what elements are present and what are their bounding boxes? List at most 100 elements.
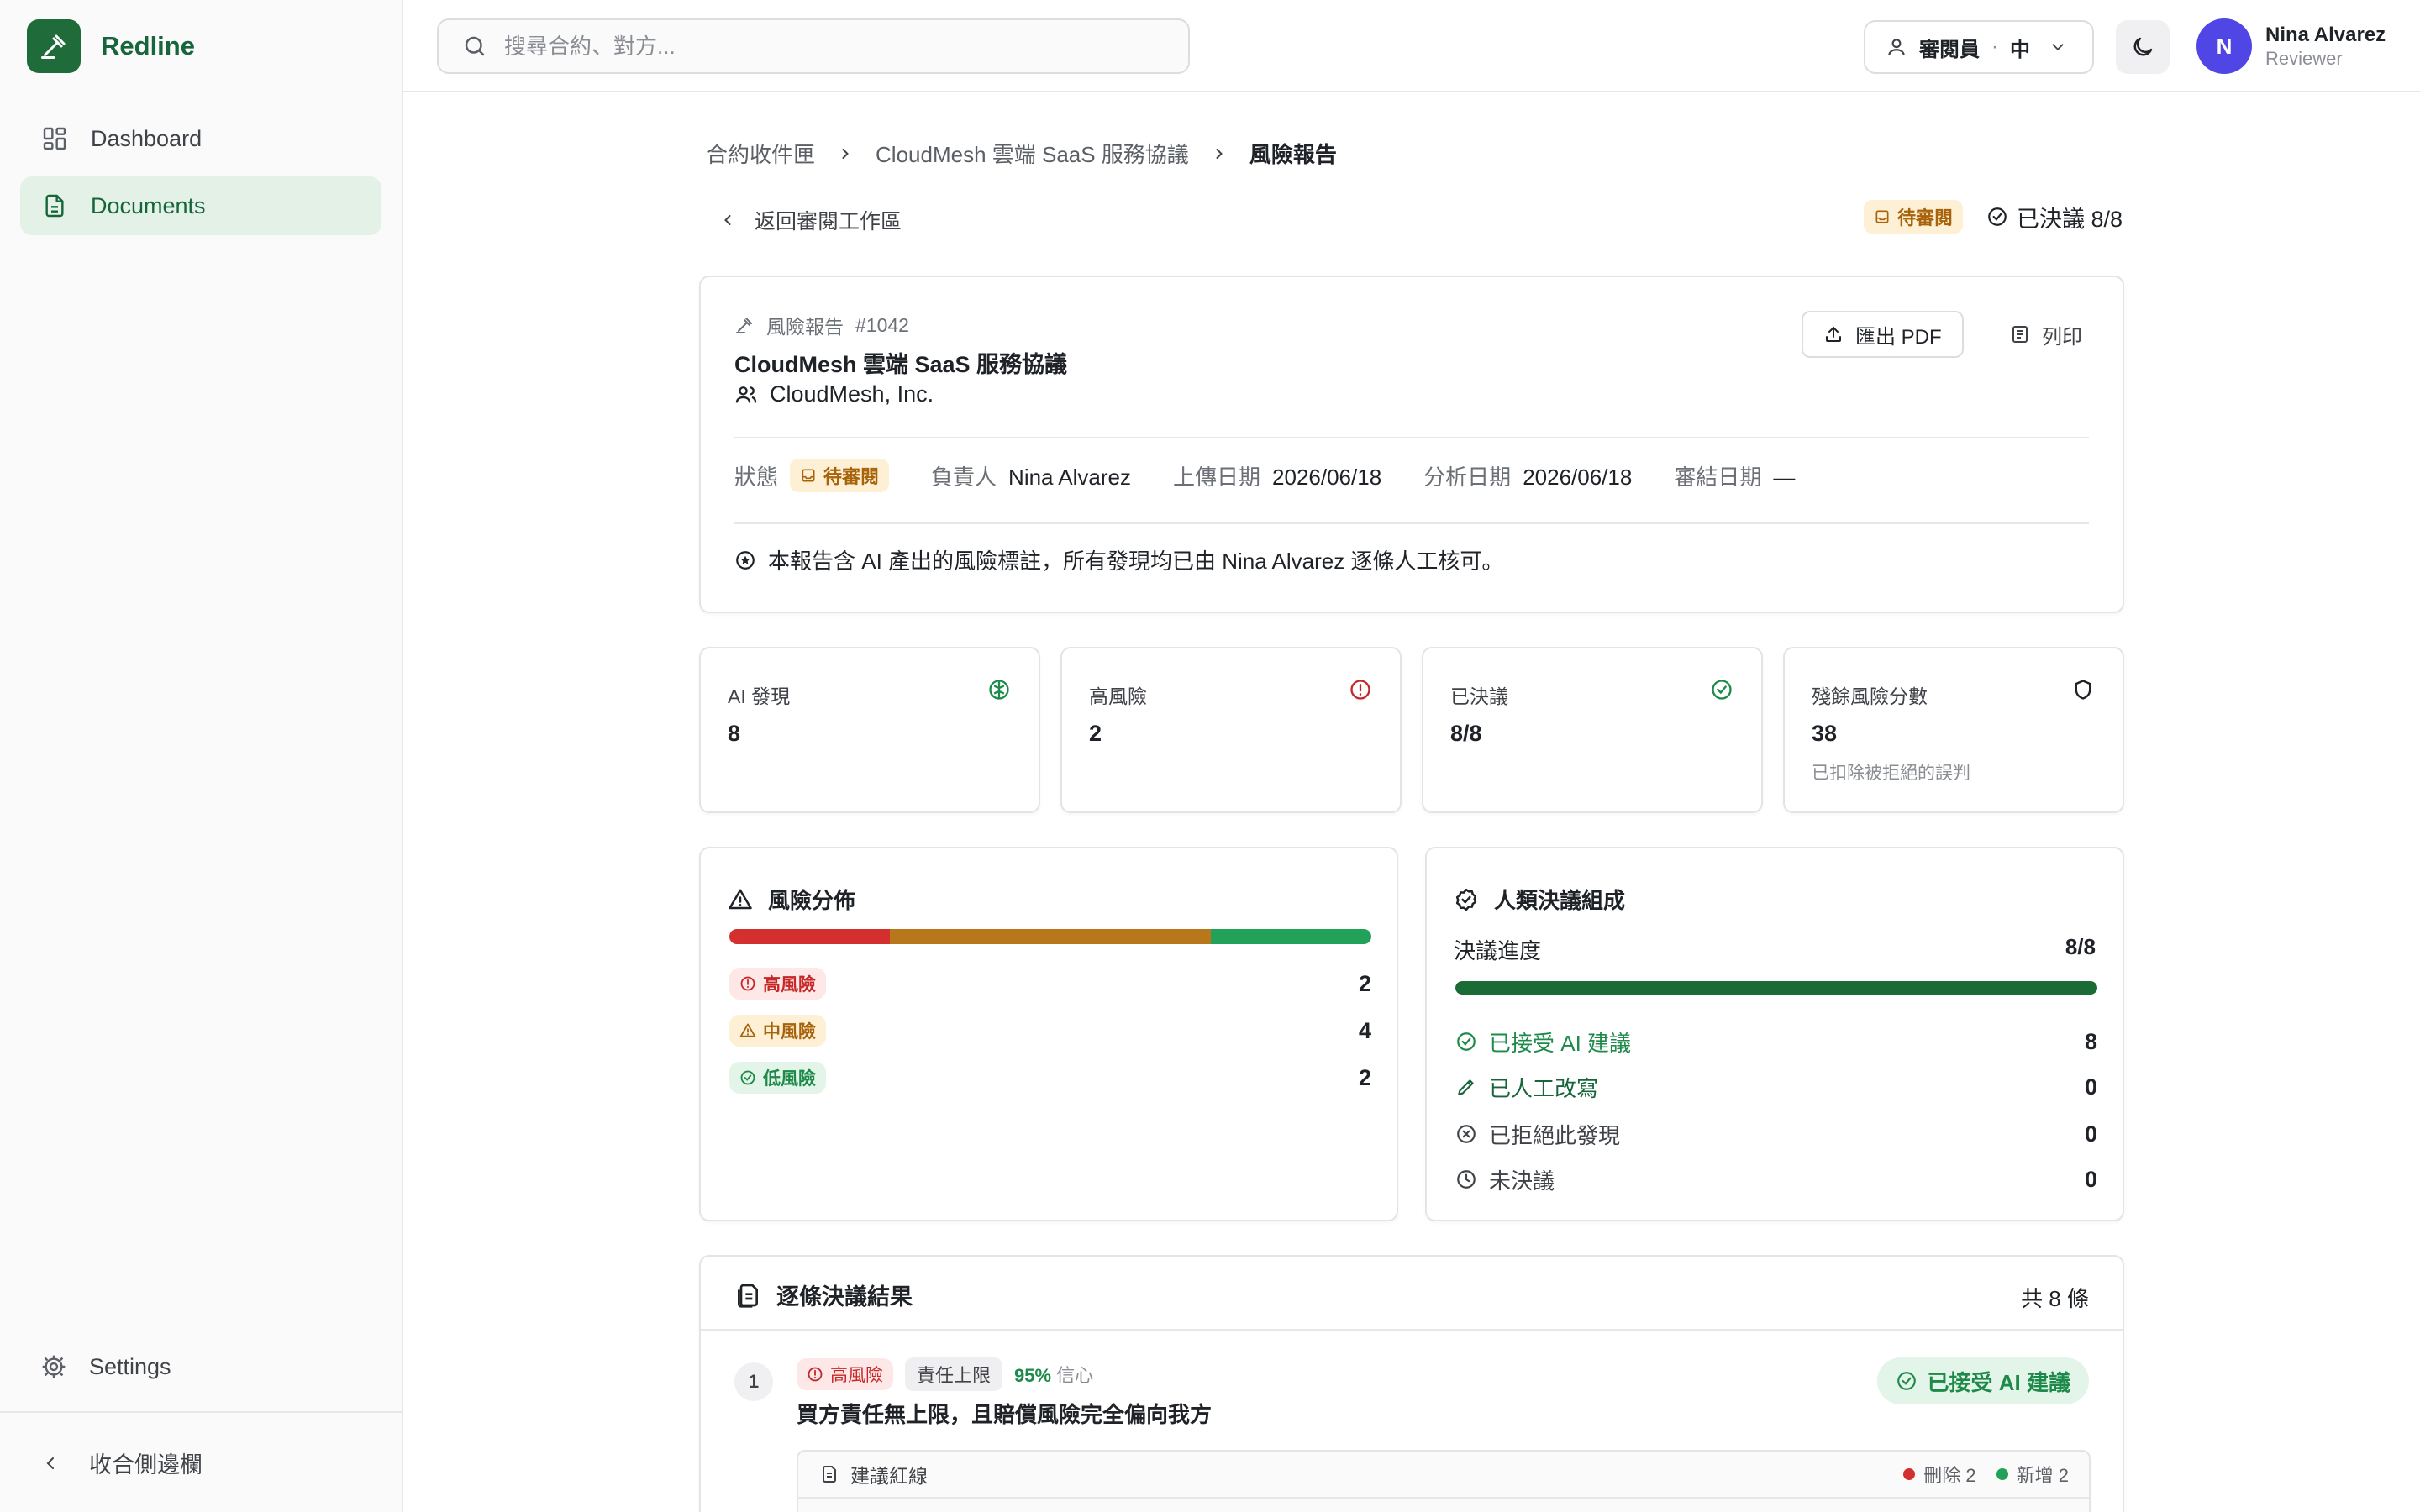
results-total: 共 8 條: [2021, 1286, 2089, 1311]
sidebar-nav: Dashboard Documents: [20, 109, 381, 244]
analysis-date-value: 2026/06/18: [1523, 464, 1633, 490]
results-title-text: 逐條決議結果: [776, 1284, 913, 1310]
item-number: 1: [734, 1362, 773, 1401]
decision-label: 未決議: [1489, 1168, 1555, 1194]
report-meta: 風險報告 #1042: [734, 311, 909, 339]
added-dot: [1996, 1468, 2008, 1480]
chevron-left-icon: [719, 212, 736, 228]
resolved-label: 已決議 8/8: [2017, 206, 2123, 232]
risk-distribution-card: 風險分佈 高風險 2 中風險 4 低風險 2: [699, 847, 1398, 1221]
decision-progress-fill: [1455, 981, 2097, 995]
suggested-redline-box: 建議紅線 刪除 2 新增 2: [797, 1450, 2091, 1512]
inbox-icon: [1874, 208, 1891, 225]
role-separator: ·: [1991, 35, 1998, 58]
decisions-title-text: 人類決議組成: [1494, 888, 1626, 913]
alert-circle-icon: [807, 1366, 823, 1383]
sidebar-item-dashboard[interactable]: Dashboard: [20, 109, 381, 168]
progress-value: 8/8: [2065, 934, 2096, 959]
collapse-sidebar-button[interactable]: 收合側邊欄: [40, 1446, 203, 1479]
sidebar-footer: 收合側邊欄: [0, 1411, 402, 1512]
ai-note-text: 本報告含 AI 產出的風險標註，所有發現均已由 Nina Alvarez 逐條人…: [768, 549, 1504, 574]
divider: [734, 437, 2089, 438]
upload-date-value: 2026/06/18: [1272, 464, 1382, 490]
check-circle-icon: [1896, 1370, 1918, 1392]
export-pdf-button[interactable]: 匯出 PDF: [1802, 311, 1964, 358]
user-name: Nina Alvarez: [2265, 24, 2386, 46]
back-to-workspace-link[interactable]: 返回審閱工作區: [719, 205, 902, 235]
status-badge: 待審閱: [790, 459, 890, 492]
added-label: 新增 2: [2016, 1465, 2069, 1486]
chevron-right-icon: [837, 145, 854, 162]
pencil-icon: [1455, 1076, 1477, 1098]
risk-title-text: 風險分佈: [768, 888, 856, 913]
breadcrumb-inbox[interactable]: 合約收件匣: [706, 138, 815, 169]
results-title: 逐條決議結果: [734, 1278, 913, 1311]
document-icon: [40, 192, 69, 220]
alert-circle-icon: [739, 975, 756, 992]
brand[interactable]: Redline: [27, 19, 195, 73]
print-button[interactable]: 列印: [1995, 311, 2097, 358]
stat-card-residual-risk: 殘餘風險分數 38 已扣除被拒絕的誤判: [1783, 647, 2124, 813]
pending-label: 待審閱: [1897, 207, 1954, 228]
stat-sub: 已扣除被拒絕的誤判: [1812, 764, 1970, 783]
human-decisions-card: 人類決議組成 決議進度 8/8 已接受 AI 建議 8 已人工改寫 0 已拒絕此…: [1425, 847, 2124, 1221]
deleted-dot: [1903, 1468, 1916, 1480]
decision-status-label: 已接受 AI 建議: [1927, 1369, 2070, 1395]
sidebar-item-settings[interactable]: Settings: [20, 1337, 381, 1396]
back-label: 返回審閱工作區: [755, 210, 902, 234]
risk-row-low: 低風險 2: [729, 1060, 1371, 1095]
badge-check-icon: [1454, 887, 1479, 912]
stat-card-resolved: 已決議 8/8: [1422, 647, 1763, 813]
role-language-select[interactable]: 審閱員 · 中: [1864, 20, 2094, 74]
sidebar: Redline Dashboard Documents Settings 收合側…: [0, 0, 403, 1512]
decision-row-rejected: 已拒絕此發現 0: [1455, 1117, 2097, 1151]
chevron-down-icon: [2049, 38, 2067, 56]
ai-note: 本報告含 AI 產出的風險標註，所有發現均已由 Nina Alvarez 逐條人…: [734, 544, 1503, 575]
status-value: 待審閱: [823, 466, 880, 487]
risk-count: 2: [1358, 1064, 1371, 1090]
report-meta-row: 狀態 待審閱 負責人 Nina Alvarez 上傳日期 2026/06/18 分析…: [734, 459, 1795, 492]
redline-title: 建議紅線: [818, 1460, 928, 1488]
avatar: N: [2196, 18, 2252, 74]
risk-label: 低風險: [763, 1069, 816, 1089]
star-badge-icon: [734, 549, 756, 571]
upload-date-label: 上傳日期: [1173, 464, 1261, 490]
report-party: CloudMesh, Inc.: [734, 381, 934, 407]
breadcrumb-contract[interactable]: CloudMesh 雲端 SaaS 服務協議: [876, 138, 1189, 169]
risk-label: 中風險: [763, 1022, 816, 1042]
search-input[interactable]: [504, 33, 1160, 60]
check-circle-icon: [739, 1069, 756, 1086]
added-stat: 新增 2: [1996, 1461, 2069, 1488]
moon-icon: [2130, 34, 2155, 60]
decision-row-pending: 未決議 0: [1455, 1163, 2097, 1196]
sidebar-item-label: Dashboard: [91, 125, 203, 151]
status-label: 狀態: [734, 464, 779, 490]
stat-value: 2: [1089, 721, 1102, 746]
sidebar-item-documents[interactable]: Documents: [20, 176, 381, 235]
language-label: 中: [2010, 38, 2030, 61]
confidence-value: 95%: [1014, 1365, 1052, 1386]
decision-status-badge: 已接受 AI 建議: [1876, 1357, 2089, 1404]
inbox-icon: [800, 467, 817, 484]
search-box[interactable]: [437, 18, 1190, 74]
party-name: CloudMesh, Inc.: [770, 381, 934, 407]
sidebar-item-label: Documents: [91, 192, 206, 218]
decision-count: 0: [2084, 1074, 2097, 1100]
user-menu[interactable]: N Nina Alvarez Reviewer: [2196, 18, 2386, 74]
risk-count: 2: [1358, 970, 1371, 996]
item-risk-label: 高風險: [830, 1366, 883, 1385]
report-number: #1042: [855, 313, 909, 336]
risk-distribution-title: 風險分佈: [728, 884, 855, 915]
results-card: 逐條決議結果 共 8 條 1 高風險 責任上限 95% 信心 買方責任無上限，且賠…: [699, 1255, 2124, 1512]
users-icon: [734, 383, 758, 407]
stat-value: 8: [728, 721, 741, 746]
printer-icon: [2010, 324, 2030, 344]
theme-toggle-button[interactable]: [2116, 20, 2170, 74]
risk-badge-low: 低風險: [729, 1062, 826, 1094]
report-type: 風險報告: [766, 316, 844, 338]
confidence-label: 信心: [1056, 1365, 1094, 1386]
collapse-label: 收合側邊欄: [89, 1452, 203, 1478]
gavel-icon: [734, 315, 755, 335]
decision-row-rewritten: 已人工改寫 0: [1455, 1070, 2097, 1104]
warning-triangle-icon: [728, 887, 753, 912]
